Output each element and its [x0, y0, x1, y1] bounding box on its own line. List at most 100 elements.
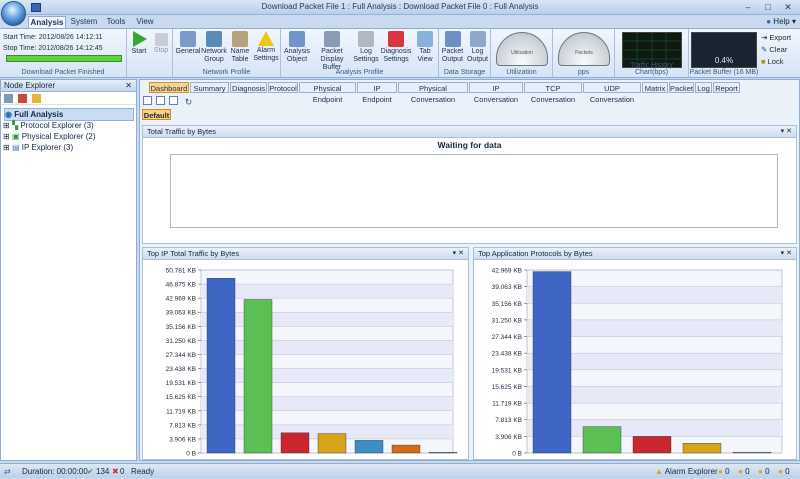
bar[interactable]: [732, 451, 772, 454]
tab-system[interactable]: System: [68, 16, 100, 28]
ip-traffic-panel: Top IP Total Traffic by Bytes ▾ ✕ 50.781 …: [142, 247, 469, 460]
tab-packet[interactable]: Packet: [669, 82, 694, 93]
expand-icon[interactable]: ⊞: [3, 121, 10, 130]
bar[interactable]: [317, 433, 347, 454]
maximize-icon[interactable]: □: [760, 1, 776, 13]
bar[interactable]: [280, 432, 310, 454]
bar[interactable]: [391, 444, 421, 454]
log-settings-button[interactable]: Log Settings: [353, 31, 379, 64]
expand-icon[interactable]: ⊞: [3, 143, 10, 152]
minimize-icon[interactable]: –: [740, 1, 756, 13]
filter-icon[interactable]: [18, 94, 28, 103]
y-tick-label: 27.344 KB: [492, 334, 522, 341]
clear-button[interactable]: ✎ Clear: [761, 44, 791, 56]
total-traffic-chart-area: [170, 154, 778, 228]
diagnosis-settings-button[interactable]: Diagnosis Settings: [380, 31, 412, 64]
layout-1-icon[interactable]: [143, 96, 152, 105]
ip-traffic-title: Top IP Total Traffic by Bytes ▾ ✕: [143, 248, 468, 260]
alarm-dot-icon: ●: [738, 467, 743, 476]
alarm-settings-button[interactable]: Alarm Settings: [253, 31, 279, 63]
bar[interactable]: [632, 436, 672, 454]
tab-view[interactable]: View: [132, 16, 158, 28]
tab-protocol[interactable]: Protocol: [268, 82, 298, 93]
alarm-count-4: ● 0: [778, 467, 790, 476]
tab-diagnosis[interactable]: Diagnosis: [230, 82, 267, 93]
node-explorer-header: Node Explorer ✕: [1, 80, 136, 92]
tree-item-physical-explorer[interactable]: ⊞ ▣ Physical Explorer (2): [3, 131, 96, 142]
lock-button[interactable]: ■ Lock: [761, 56, 791, 68]
tab-dashboard[interactable]: Dashboard: [149, 82, 189, 93]
analysis-icon: ◉: [5, 110, 12, 119]
bar[interactable]: [354, 440, 384, 454]
network-group-icon: [206, 31, 222, 47]
grid-band: [201, 396, 453, 411]
network-profile-label: Network Profile: [202, 69, 251, 76]
panel-controls[interactable]: ▾ ✕: [781, 126, 792, 138]
start-button[interactable]: Start: [129, 31, 149, 56]
alarm-explorer-button[interactable]: ▲ Alarm Explorer: [655, 464, 718, 479]
app-protocols-panel: Top Application Protocols by Bytes ▾ ✕ 42…: [473, 247, 797, 460]
node-explorer-pane: Node Explorer ✕ ◉ Full Analysis ⊞ ▚ Prot…: [0, 79, 137, 461]
log-output-button[interactable]: Log Output: [465, 31, 490, 64]
packet-output-button[interactable]: Packet Output: [440, 31, 465, 64]
tab-tcp-conversation[interactable]: TCP Conversation: [524, 82, 582, 104]
layout-3-icon[interactable]: [169, 96, 179, 105]
bar[interactable]: [682, 443, 722, 454]
status-icon: ⇄: [4, 467, 11, 476]
layout-2-icon[interactable]: [156, 96, 166, 105]
y-tick-label: 31.250 KB: [166, 338, 196, 345]
tab-tools[interactable]: Tools: [102, 16, 130, 28]
analysis-object-button[interactable]: Analysis Object: [283, 31, 311, 64]
tab-physical-conversation[interactable]: Physical Conversation: [398, 82, 468, 104]
data-storage-label: Data Storage: [443, 69, 486, 76]
export-button[interactable]: ⇥ Export: [761, 32, 791, 44]
tab-ip-endpoint[interactable]: IP Endpoint: [357, 82, 397, 104]
ready-text: Ready: [131, 467, 155, 476]
y-tick-label: 19.531 KB: [492, 367, 522, 374]
y-tick-label: 35.156 KB: [492, 301, 522, 308]
panel-controls[interactable]: ▾ ✕: [781, 248, 792, 260]
tab-log[interactable]: Log: [695, 82, 712, 93]
expand-icon[interactable]: ⊞: [3, 132, 10, 141]
tab-physical-endpoint[interactable]: Physical Endpoint: [299, 82, 356, 104]
tree-item-ip-explorer[interactable]: ⊞ ▤ IP Explorer (3): [3, 142, 73, 153]
total-traffic-panel: Total Traffic by Bytes ▾ ✕ Waiting for da…: [142, 125, 797, 244]
alarm-count-1: ● 0: [718, 467, 730, 476]
app-menu-button[interactable]: [1, 1, 26, 26]
tab-udp-conversation[interactable]: UDP Conversation: [583, 82, 641, 104]
refresh-icon[interactable]: [4, 94, 13, 103]
tree-item-protocol-explorer[interactable]: ⊞ ▚ Protocol Explorer (3): [3, 120, 94, 131]
stop-button[interactable]: Stop: [151, 31, 171, 55]
bar[interactable]: [532, 271, 572, 454]
alert-icon[interactable]: [32, 94, 42, 103]
tab-summary[interactable]: Summary: [190, 82, 229, 93]
total-traffic-title: Total Traffic by Bytes ▾ ✕: [143, 126, 796, 138]
y-tick-label: 23.438 KB: [166, 366, 196, 373]
tab-view-button[interactable]: Tab View: [413, 31, 437, 64]
default-button[interactable]: Default: [142, 109, 171, 120]
check-icon: ✔: [87, 467, 94, 476]
general-button[interactable]: General: [175, 31, 201, 56]
bar[interactable]: [582, 426, 622, 454]
panel-controls[interactable]: ▾ ✕: [453, 248, 464, 260]
tab-analysis[interactable]: Analysis: [28, 16, 66, 28]
physical-icon: ▣: [11, 132, 20, 141]
window-title: Download Packet File 1 : Full Analysis :…: [261, 2, 539, 11]
tab-ip-conversation[interactable]: IP Conversation: [469, 82, 523, 104]
packet-display-buffer-button[interactable]: Packet Display Buffer: [312, 31, 352, 72]
help-menu[interactable]: ● Help ▾: [766, 17, 796, 26]
close-icon[interactable]: ✕: [125, 80, 132, 92]
tab-report[interactable]: Report: [713, 82, 740, 93]
close-icon[interactable]: ✕: [780, 1, 796, 13]
bar[interactable]: [243, 299, 273, 454]
bar[interactable]: [428, 452, 458, 454]
bar[interactable]: [206, 278, 236, 454]
tab-matrix[interactable]: Matrix: [642, 82, 668, 93]
network-group-button[interactable]: Network Group: [201, 31, 227, 64]
ribbon-group-data-storage: Packet Output Log Output Data Storage: [439, 29, 491, 77]
name-table-button[interactable]: Name Table: [228, 31, 252, 64]
y-tick-label: 15.625 KB: [492, 384, 522, 391]
export-icon: ⇥: [761, 33, 768, 42]
refresh-icon[interactable]: ↻: [185, 97, 193, 107]
play-icon: [133, 31, 147, 47]
